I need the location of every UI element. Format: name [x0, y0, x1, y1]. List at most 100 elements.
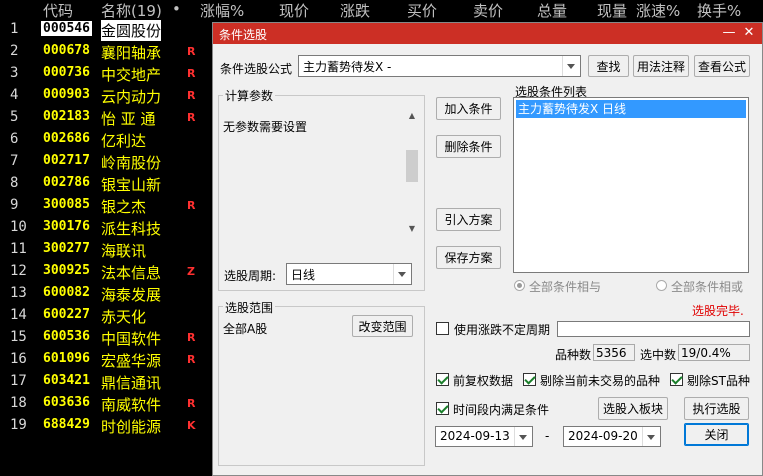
period-combo[interactable]: 日线	[286, 263, 412, 285]
col-change[interactable]: 涨跌	[340, 0, 370, 21]
to-block-button[interactable]: 选股入板块	[598, 397, 668, 420]
prev-adj-checkbox[interactable]	[436, 373, 449, 386]
stock-name: 时创能源	[101, 418, 162, 436]
stock-code: 300085	[43, 197, 90, 212]
use-uncertain-label: 使用涨跌不定周期	[454, 323, 551, 337]
period-satisfy-label: 时间段内满足条件	[453, 403, 550, 417]
table-row[interactable]: 5 002183 怡 亚 通 R	[0, 108, 215, 130]
stock-flag: R	[187, 45, 196, 58]
exclude-untraded-checkbox[interactable]	[523, 373, 536, 386]
condition-list[interactable]: 主力蓄势待发X 日线	[513, 97, 749, 273]
stock-name: 法本信息	[101, 264, 162, 282]
save-scheme-button[interactable]: 保存方案	[436, 246, 501, 269]
col-volume[interactable]: 总量	[537, 0, 567, 21]
col-turnover[interactable]: 换手%	[697, 0, 741, 21]
date-from-picker[interactable]: 2024-09-13	[435, 426, 533, 447]
table-row[interactable]: 8 002786 银宝山新	[0, 174, 215, 196]
range-value: 全部A股	[223, 322, 268, 336]
radio-or[interactable]	[656, 280, 667, 291]
usage-notes-button[interactable]: 用法注释	[633, 55, 689, 77]
table-row[interactable]: 11 300277 海联讯	[0, 240, 215, 262]
row-index: 12	[10, 263, 27, 279]
chevron-down-icon[interactable]	[393, 264, 411, 284]
period-satisfy-checkbox[interactable]	[436, 402, 449, 415]
stock-name: 中交地产	[101, 66, 162, 84]
row-index: 6	[10, 131, 19, 147]
exclude-st-checkbox[interactable]	[670, 373, 683, 386]
row-index: 19	[10, 417, 27, 433]
radio-and[interactable]	[514, 280, 525, 291]
stock-code: 300925	[43, 263, 90, 278]
stock-name: 宏盛华源	[101, 352, 162, 370]
stock-name: 岭南股份	[101, 154, 162, 172]
scroll-thumb[interactable]	[406, 150, 418, 182]
table-row[interactable]: 9 300085 银之杰 R	[0, 196, 215, 218]
stock-name: 金圆股份	[101, 20, 162, 41]
table-row[interactable]: 18 603636 南威软件 R	[0, 394, 215, 416]
col-price[interactable]: 现价	[279, 0, 309, 21]
stock-name: 怡 亚 通	[101, 110, 156, 128]
stock-flag: R	[187, 331, 196, 344]
use-uncertain-checkbox[interactable]	[436, 322, 449, 335]
list-item[interactable]: 主力蓄势待发X 日线	[516, 100, 746, 118]
stock-name: 银之杰	[101, 198, 147, 216]
formula-combo[interactable]: 主力蓄势待发X -	[298, 55, 581, 77]
prev-adj-label: 前复权数据	[453, 374, 514, 388]
scroll-down-icon[interactable]: ▼	[405, 223, 419, 235]
add-condition-button[interactable]: 加入条件	[436, 97, 501, 120]
col-name[interactable]: 名称(19)	[101, 0, 162, 21]
chevron-down-icon[interactable]	[642, 427, 660, 446]
params-scrollbar[interactable]: ▲ ▼	[405, 110, 419, 235]
close-icon[interactable]: ✕	[740, 24, 758, 42]
table-row[interactable]: 10 300176 派生科技	[0, 218, 215, 240]
table-row[interactable]: 15 600536 中国软件 R	[0, 328, 215, 350]
col-bid[interactable]: 买价	[407, 0, 437, 21]
exclude-st-label: 剔除ST品种	[687, 374, 750, 388]
date-from-value: 2024-09-13	[440, 429, 510, 443]
table-row[interactable]: 2 000678 襄阳轴承 R	[0, 42, 215, 64]
stock-code: 002717	[43, 153, 90, 168]
chevron-down-icon[interactable]	[514, 427, 532, 446]
view-formula-button[interactable]: 查看公式	[694, 55, 750, 77]
scroll-up-icon[interactable]: ▲	[405, 110, 419, 122]
stock-name: 襄阳轴承	[101, 44, 162, 62]
row-index: 5	[10, 109, 19, 125]
col-code[interactable]: 代码	[43, 0, 73, 21]
table-row[interactable]: 1 000546 金圆股份	[0, 20, 215, 42]
stock-flag: R	[187, 89, 196, 102]
import-scheme-button[interactable]: 引入方案	[436, 208, 501, 231]
table-row[interactable]: 6 002686 亿利达	[0, 130, 215, 152]
col-change-pct[interactable]: 涨幅%	[200, 0, 244, 21]
radio-or-label: 全部条件相或	[671, 280, 744, 294]
find-button[interactable]: 查找	[588, 55, 629, 77]
row-index: 7	[10, 153, 19, 169]
period-label: 选股周期:	[224, 269, 277, 283]
delete-condition-button[interactable]: 删除条件	[436, 135, 501, 158]
uncertain-period-input[interactable]	[557, 321, 750, 337]
stock-code: 000736	[43, 65, 90, 80]
close-button[interactable]: 关闭	[684, 423, 749, 446]
list-header: 代码 名称(19) • 涨幅% 现价 涨跌 买价 卖价 总量 现量 涨速% 换手…	[0, 0, 763, 20]
minimize-icon[interactable]: —	[720, 24, 738, 42]
col-ask[interactable]: 卖价	[473, 0, 503, 21]
table-row[interactable]: 13 600082 海泰发展	[0, 284, 215, 306]
execute-button[interactable]: 执行选股	[684, 397, 749, 420]
change-range-button[interactable]: 改变范围	[352, 315, 413, 337]
table-row[interactable]: 16 601096 宏盛华源 R	[0, 350, 215, 372]
stock-code: 300176	[43, 219, 90, 234]
col-speed[interactable]: 涨速%	[636, 0, 680, 21]
count-field: 5356	[593, 344, 635, 361]
col-cur-volume[interactable]: 现量	[597, 0, 627, 21]
table-row[interactable]: 3 000736 中交地产 R	[0, 64, 215, 86]
table-row[interactable]: 7 002717 岭南股份	[0, 152, 215, 174]
date-to-picker[interactable]: 2024-09-20	[563, 426, 661, 447]
table-row[interactable]: 4 000903 云内动力 R	[0, 86, 215, 108]
dialog-title: 条件选股	[219, 28, 268, 42]
dialog-titlebar[interactable]: 条件选股 — ✕	[213, 23, 762, 44]
stock-name: 海泰发展	[101, 286, 162, 304]
table-row[interactable]: 17 603421 鼎信通讯	[0, 372, 215, 394]
table-row[interactable]: 12 300925 法本信息 Z	[0, 262, 215, 284]
table-row[interactable]: 19 688429 时创能源 K	[0, 416, 215, 438]
chevron-down-icon[interactable]	[562, 56, 580, 76]
table-row[interactable]: 14 600227 赤天化	[0, 306, 215, 328]
